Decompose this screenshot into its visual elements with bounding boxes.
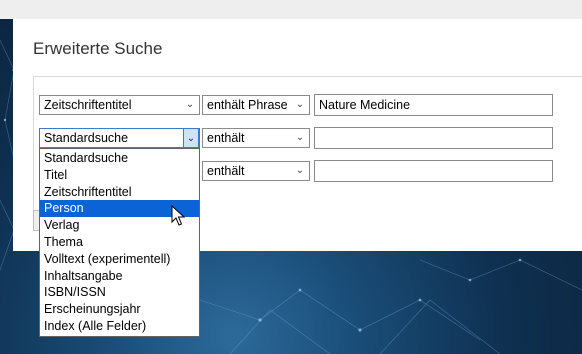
chevron-down-icon: ⌄ <box>295 99 305 110</box>
page-title: Erweiterte Suche <box>33 39 163 58</box>
dropdown-option-erscheinungsjahr[interactable]: Erscheinungsjahr <box>40 301 199 318</box>
operator-select-value: enthält <box>207 131 245 145</box>
dropdown-option-titel[interactable]: Titel <box>40 167 199 184</box>
operator-select-value: enthält <box>207 164 245 178</box>
chevron-down-icon: ⌄ <box>295 132 305 143</box>
search-term-input-row-1[interactable]: Nature Medicine <box>314 94 553 116</box>
chevron-down-icon: ⌄ <box>185 99 195 110</box>
dropdown-option-index[interactable]: Index (Alle Felder) <box>40 318 199 335</box>
chevron-down-icon: ⌄ <box>295 165 305 176</box>
field-select-value: Standardsuche <box>44 131 129 145</box>
field-select-row-2[interactable]: Standardsuche ⌄ <box>39 128 200 148</box>
chevron-down-icon: ⌄ <box>183 128 199 148</box>
search-term-input-row-2[interactable] <box>314 127 553 149</box>
dropdown-option-inhaltsangabe[interactable]: Inhaltsangabe <box>40 268 199 285</box>
dropdown-option-zeitschriftentitel[interactable]: Zeitschriftentitel <box>40 184 199 201</box>
divider <box>33 76 582 77</box>
operator-select-row-3[interactable]: enthält ⌄ <box>202 161 310 181</box>
operator-select-value: enthält Phrase <box>207 98 288 112</box>
search-term-input-row-3[interactable] <box>314 160 553 182</box>
operator-select-row-1[interactable]: enthält Phrase ⌄ <box>202 95 310 115</box>
mouse-pointer-icon <box>171 205 185 226</box>
field-select-row-1[interactable]: Zeitschriftentitel ⌄ <box>39 95 200 115</box>
dropdown-option-thema[interactable]: Thema <box>40 234 199 251</box>
field-dropdown-list[interactable]: Standardsuche Titel Zeitschriftentitel P… <box>39 148 200 337</box>
dropdown-option-isbn-issn[interactable]: ISBN/ISSN <box>40 284 199 301</box>
divider-vertical <box>33 76 34 226</box>
dropdown-option-standardsuche[interactable]: Standardsuche <box>40 150 199 167</box>
dropdown-option-volltext[interactable]: Volltext (experimentell) <box>40 251 199 268</box>
search-term-value: Nature Medicine <box>319 98 411 112</box>
field-select-value: Zeitschriftentitel <box>44 98 132 112</box>
operator-select-row-2[interactable]: enthält ⌄ <box>202 128 310 148</box>
